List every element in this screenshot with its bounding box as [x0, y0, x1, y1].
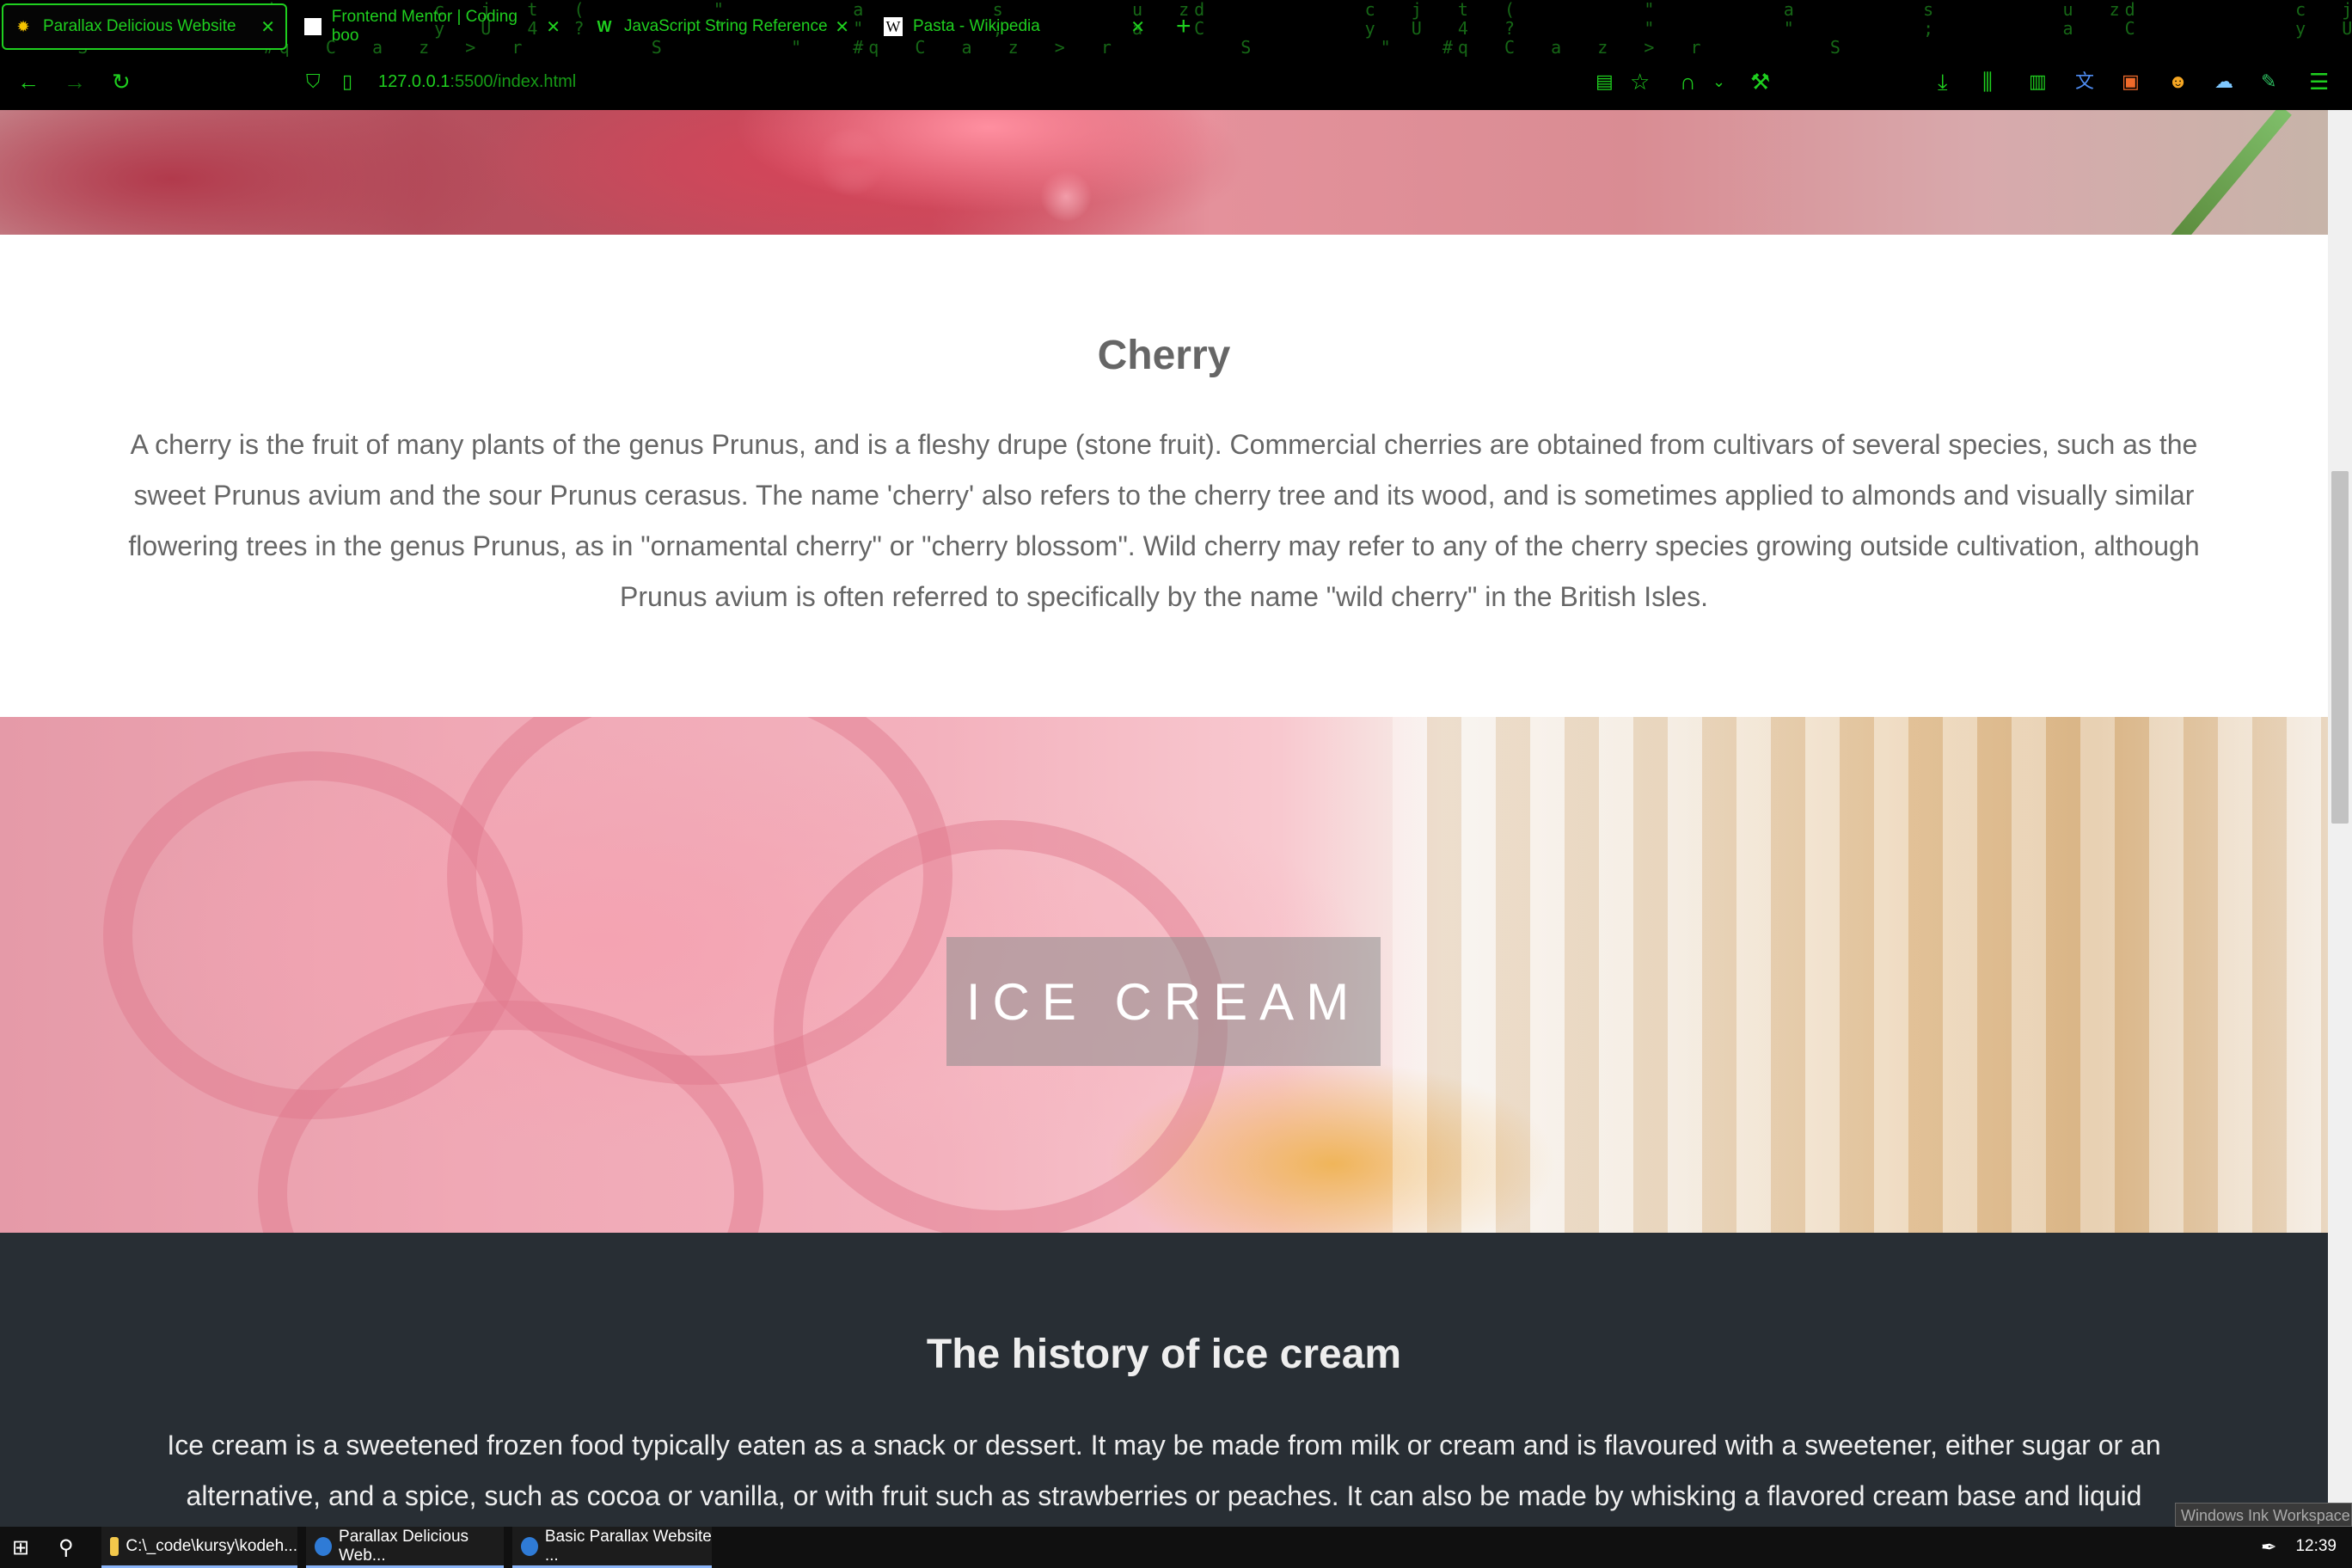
taskbar-item-label: C:\_code\kursy\kodeh...	[126, 1536, 297, 1555]
close-icon[interactable]: ✕	[260, 16, 275, 38]
tab-title: JavaScript String Reference	[624, 17, 828, 35]
firefox-icon	[521, 1536, 538, 1556]
reader-view-icon[interactable]: ▤	[1596, 72, 1614, 91]
close-icon[interactable]: ✕	[1130, 16, 1145, 38]
shield-icon[interactable]: ⛉	[306, 72, 321, 91]
pen-icon[interactable]: ✒	[2261, 1527, 2276, 1568]
folder-icon	[110, 1536, 119, 1556]
headphones-icon[interactable]: ∩	[1680, 70, 1696, 93]
address-bar[interactable]: 127.0.0.1:5500/index.html	[378, 72, 576, 92]
taskbar-item-firefox-1[interactable]: Parallax Delicious Web...	[306, 1527, 504, 1568]
translate-icon[interactable]: 文	[2075, 72, 2094, 91]
tab-pasta-wikipedia[interactable]: W Pasta - Wikipedia ✕	[873, 3, 1155, 50]
reload-icon[interactable]: ↻	[112, 70, 131, 93]
menu-icon[interactable]: ☰	[2309, 70, 2329, 93]
library-icon[interactable]: ⫼	[1982, 70, 1993, 93]
scrollbar-thumb[interactable]	[2331, 471, 2349, 824]
download-icon[interactable]: ⤓	[1938, 70, 1948, 93]
windows-start-icon[interactable]: ⊞	[7, 1527, 29, 1568]
extension-icon[interactable]: ▣	[2122, 72, 2140, 91]
tab-bar: s u zd c j t ( " a s u zd c j t ( " a s …	[0, 0, 2352, 57]
wikipedia-icon: W	[884, 17, 903, 36]
w3-icon: W	[597, 17, 612, 35]
taskbar-item-firefox-2[interactable]: Basic Parallax Website ...	[512, 1527, 712, 1568]
page-info-icon[interactable]: ▯	[342, 72, 352, 91]
sidebar-icon[interactable]: ▥	[2029, 72, 2047, 91]
tab-title: Pasta - Wikipedia	[913, 17, 1040, 35]
tab-title: Parallax Delicious Website	[43, 17, 236, 35]
cupcake-wrapper	[1393, 717, 2328, 1233]
wrench-icon[interactable]: ⚒	[1750, 70, 1770, 93]
new-tab-button[interactable]: +	[1166, 3, 1209, 50]
ice-cream-banner-label: ICE CREAM	[946, 937, 1381, 1066]
url-path: :5500/index.html	[450, 72, 577, 91]
windows-taskbar: ⊞ ⚲ C:\_code\kursy\kodeh... Parallax Del…	[0, 1527, 2352, 1568]
close-icon[interactable]: ✕	[835, 16, 849, 38]
sun-icon: ✹	[16, 17, 30, 35]
cherry-parallax-image	[0, 110, 2328, 247]
forward-arrow-icon[interactable]: →	[64, 70, 86, 93]
emoji-extension-icon[interactable]: ☻	[2168, 72, 2188, 91]
back-arrow-icon[interactable]: ←	[17, 70, 40, 93]
history-paragraph: Ice cream is a sweetened frozen food typ…	[167, 1430, 2161, 1511]
url-host: 127.0.0.1	[378, 72, 450, 91]
cherry-stem	[2169, 110, 2292, 247]
taskbar-item-label: Basic Parallax Website ...	[544, 1527, 712, 1565]
tab-frontend-mentor[interactable]: Frontend Mentor | Coding boo ✕	[294, 3, 571, 50]
windows-ink-tooltip: Windows Ink Workspace	[2175, 1503, 2352, 1527]
firefox-icon	[315, 1536, 333, 1556]
close-icon[interactable]: ✕	[546, 16, 560, 38]
tab-parallax-delicious[interactable]: ✹ Parallax Delicious Website ✕	[2, 3, 287, 50]
page-icon	[304, 18, 322, 35]
taskbar-item-explorer[interactable]: C:\_code\kursy\kodeh...	[101, 1527, 297, 1568]
chevron-down-icon[interactable]: ⌄	[1712, 74, 1725, 89]
tab-title: Frontend Mentor | Coding boo	[331, 8, 518, 45]
cherry-heading: Cherry	[1097, 333, 1231, 378]
cherry-paragraph: A cherry is the fruit of many plants of …	[128, 429, 2200, 612]
taskbar-item-label: Parallax Delicious Web...	[339, 1527, 469, 1565]
history-heading: The history of ice cream	[926, 1332, 1402, 1377]
taskbar-clock: 12:39	[2295, 1537, 2337, 1555]
search-icon[interactable]: ⚲	[53, 1527, 74, 1568]
weather-extension-icon[interactable]: ☁	[2214, 72, 2233, 91]
star-icon[interactable]: ☆	[1630, 70, 1650, 93]
page-scrollbar[interactable]	[2328, 110, 2352, 1527]
navigation-bar: ← → ↻ ⛉ ▯ 127.0.0.1:5500/index.html ▤ ☆ …	[0, 57, 2352, 110]
plus-icon: +	[1176, 12, 1191, 40]
web-page: Cherry A cherry is the fruit of many pla…	[0, 110, 2328, 1527]
banner-text: ICE CREAM	[965, 972, 1362, 1031]
tab-javascript-reference[interactable]: W JavaScript String Reference ✕	[585, 3, 860, 50]
evernote-icon[interactable]: ✎	[2261, 72, 2276, 91]
